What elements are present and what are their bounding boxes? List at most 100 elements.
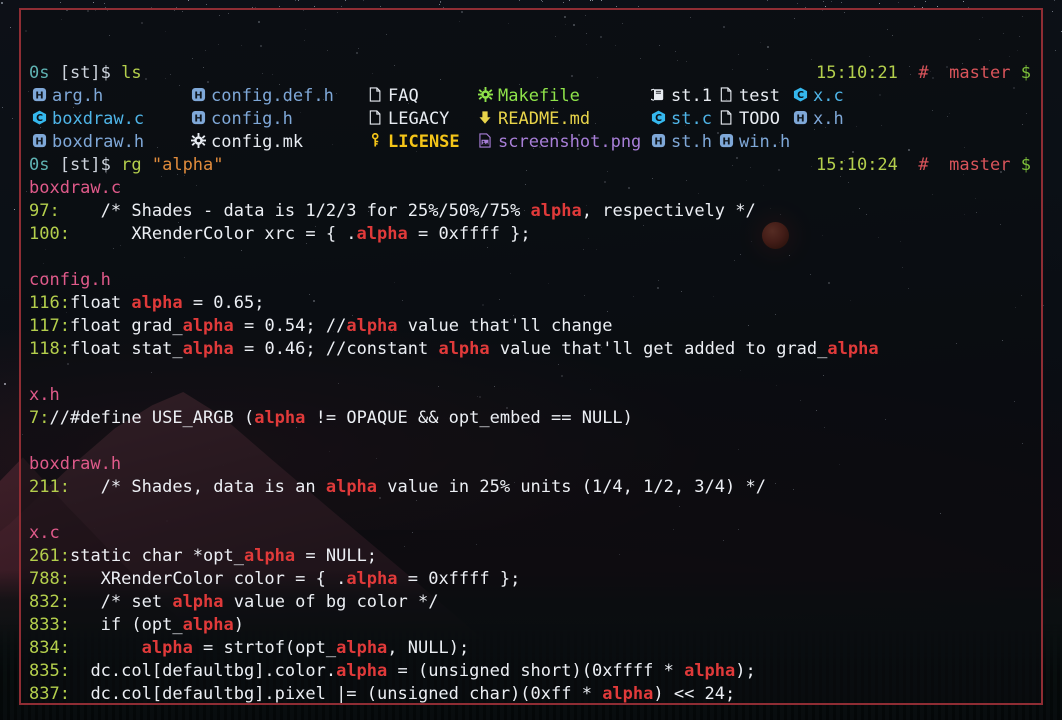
svg-text:C: C bbox=[797, 90, 804, 101]
rg-match-line: 118:float stat_alpha = 0.46; //constant … bbox=[29, 338, 1041, 361]
star bbox=[187, 0, 189, 1]
rg-spacer bbox=[29, 499, 1041, 522]
ls-entry[interactable]: LEGACY bbox=[365, 108, 475, 131]
rg-filename: boxdraw.c bbox=[29, 178, 122, 198]
rg-line-number: 116 bbox=[29, 293, 60, 313]
rg-match-term: alpha bbox=[325, 477, 378, 497]
ls-entry[interactable]: Harg.h bbox=[29, 85, 188, 108]
rg-match-text bbox=[70, 638, 142, 658]
rg-match-term: alpha bbox=[336, 638, 388, 658]
rg-separator: : bbox=[59, 661, 70, 681]
rg-match-term: alpha bbox=[254, 408, 306, 428]
ls-entry[interactable]: FAQ bbox=[365, 85, 475, 108]
rg-match-text: ); bbox=[735, 661, 756, 681]
prompt-right-status: 15:10:24 # master $ bbox=[816, 154, 1031, 177]
rg-separator: : bbox=[59, 293, 70, 313]
ls-entry[interactable]: TODO bbox=[716, 108, 790, 131]
rg-match-text: ) << 24; bbox=[653, 684, 736, 704]
ls-entry-name: test bbox=[739, 86, 780, 106]
rg-file-header: boxdraw.h bbox=[29, 453, 1041, 476]
rg-match-term: alpha bbox=[530, 201, 582, 221]
rg-match-text: != OPAQUE && opt_embed == NULL) bbox=[305, 408, 633, 428]
rg-match-text: ) bbox=[233, 615, 244, 635]
rg-match-term: alpha bbox=[182, 615, 234, 635]
rg-match-text: value of bg color */ bbox=[223, 592, 439, 612]
rg-line-number: 211 bbox=[29, 477, 60, 497]
rg-match-text: = 0.46; //constant bbox=[233, 339, 439, 359]
ls-entry-name: st.c bbox=[671, 109, 712, 129]
terminal-window[interactable]: 0s [st]$ ls 15:10:21 # master $ Harg.h Hcon… bbox=[19, 8, 1043, 705]
rg-separator: : bbox=[59, 684, 70, 704]
ls-entry[interactable]: README.md bbox=[475, 108, 648, 131]
terminal-output: 0s [st]$ ls 15:10:21 # master $ Harg.h Hcon… bbox=[29, 62, 1041, 704]
gear-icon bbox=[475, 87, 495, 106]
ls-entry bbox=[790, 131, 860, 154]
document-icon bbox=[365, 110, 385, 129]
rg-match-text: value that'll change bbox=[397, 316, 613, 336]
prompt-clock: 15:10:24 bbox=[816, 155, 919, 175]
h-file-icon: H bbox=[29, 87, 49, 106]
ls-entry[interactable]: Hconfig.def.h bbox=[188, 85, 365, 108]
ls-entry-name: x.h bbox=[813, 109, 844, 129]
ls-entry[interactable]: Hconfig.h bbox=[188, 108, 365, 131]
ls-entry[interactable]: Hwin.h bbox=[716, 131, 790, 154]
rg-separator: : bbox=[59, 615, 70, 635]
star bbox=[362, 0, 364, 2]
prompt-hash: # bbox=[918, 155, 950, 175]
rg-match-term: alpha bbox=[356, 224, 408, 244]
rg-match-line: 261:static char *opt_alpha = NULL; bbox=[29, 545, 1041, 568]
ls-entry[interactable]: config.mk bbox=[188, 131, 365, 154]
svg-text:H: H bbox=[35, 136, 43, 147]
rg-filename: boxdraw.h bbox=[29, 454, 122, 474]
h-file-icon: H bbox=[716, 133, 736, 152]
rg-line-number: 788 bbox=[29, 569, 60, 589]
document-icon bbox=[716, 110, 736, 129]
prompt-hash: # bbox=[918, 63, 950, 83]
document-icon bbox=[365, 87, 385, 106]
star bbox=[615, 5, 617, 7]
star bbox=[590, 0, 592, 2]
ls-entry[interactable]: Cx.c bbox=[790, 85, 860, 108]
rg-match-line: 211: /* Shades, data is an alpha value i… bbox=[29, 476, 1041, 499]
star bbox=[345, 0, 347, 2]
star bbox=[1052, 11, 1054, 13]
gear-icon bbox=[188, 133, 208, 152]
ls-entry-name: win.h bbox=[739, 132, 791, 152]
star bbox=[601, 0, 602, 2]
star bbox=[1053, 0, 1055, 1]
svg-text:H: H bbox=[796, 113, 804, 124]
rg-match-line: 834: alpha = strtof(opt_alpha, NULL); bbox=[29, 637, 1041, 660]
ls-entry[interactable]: Cst.c bbox=[648, 108, 716, 131]
rg-match-text: value that'll get added to grad_ bbox=[489, 339, 828, 359]
ls-entry-name: config.def.h bbox=[211, 86, 334, 106]
rg-match-term: alpha bbox=[827, 339, 879, 359]
ls-entry-name: LEGACY bbox=[388, 109, 450, 129]
rg-file-header: boxdraw.c bbox=[29, 177, 1041, 200]
ls-entry[interactable]: test bbox=[716, 85, 790, 108]
h-file-icon: H bbox=[648, 133, 668, 152]
rg-match-line: 835: dc.col[defaultbg].color.alpha = (un… bbox=[29, 660, 1041, 683]
rg-match-text: /* set bbox=[69, 592, 173, 612]
ls-entry[interactable]: Hboxdraw.h bbox=[29, 131, 188, 154]
ls-entry[interactable]: Cboxdraw.c bbox=[29, 108, 188, 131]
rg-filename: x.c bbox=[29, 523, 60, 543]
ls-entry[interactable]: Makefile bbox=[475, 85, 648, 108]
ls-entry[interactable]: Hx.h bbox=[790, 108, 860, 131]
star bbox=[92, 1, 94, 3]
ls-entry-name: x.c bbox=[813, 86, 844, 106]
rg-match-text: XRenderColor xrc = { . bbox=[69, 224, 357, 244]
ls-entry-name: arg.h bbox=[52, 86, 104, 106]
ls-entry[interactable]: Hst.h bbox=[648, 131, 716, 154]
star bbox=[9, 27, 11, 29]
rg-separator: : bbox=[59, 224, 70, 244]
c-file-icon: C bbox=[29, 110, 49, 129]
ls-entry[interactable]: screenshot.png bbox=[475, 131, 648, 154]
ls-entry[interactable]: st.1 bbox=[647, 85, 716, 108]
h-file-icon: H bbox=[188, 87, 208, 106]
rg-match-text: = (unsigned short)(0xffff * bbox=[387, 661, 685, 681]
star bbox=[879, 2, 881, 4]
rg-line-number: 261 bbox=[29, 546, 60, 566]
ls-entry[interactable]: LICENSE bbox=[365, 131, 475, 154]
star bbox=[541, 1, 543, 3]
ls-entry-name: boxdraw.h bbox=[52, 132, 145, 152]
